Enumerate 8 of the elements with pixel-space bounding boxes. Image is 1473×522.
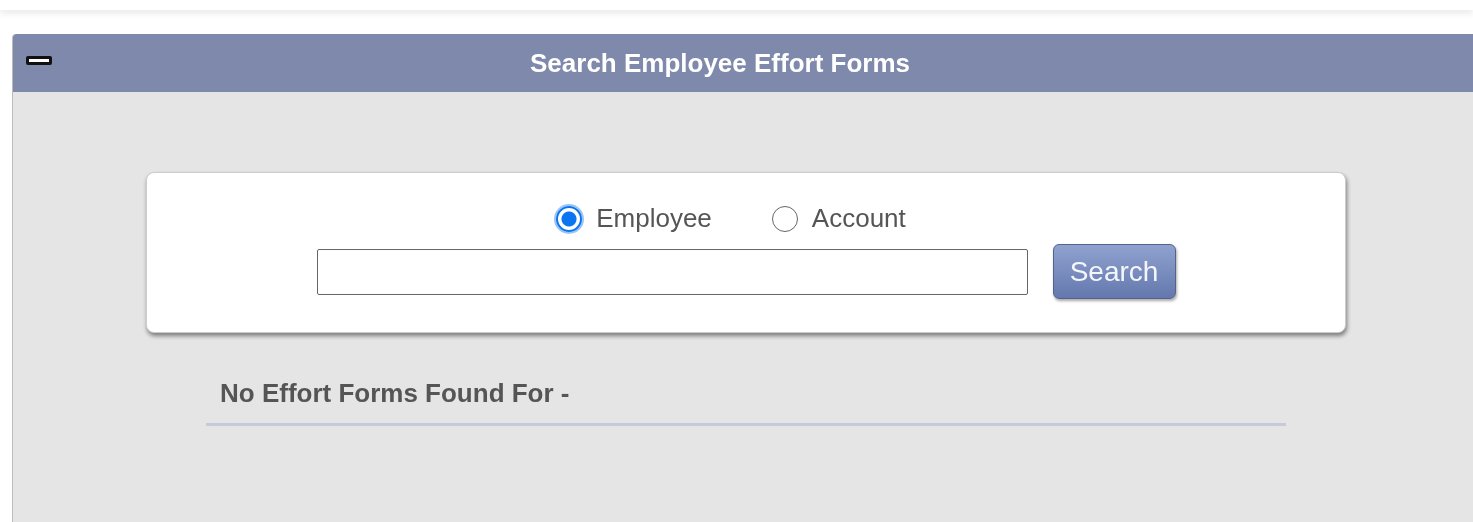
radio-label[interactable]: Account (811, 203, 906, 234)
panel-title: Search Employee Effort Forms (530, 47, 910, 79)
minimize-icon[interactable] (26, 56, 52, 65)
search-field[interactable] (316, 248, 1028, 295)
radio-button[interactable] (771, 205, 798, 232)
radio-label[interactable]: Employee (596, 203, 712, 234)
radio-button[interactable] (556, 205, 583, 232)
result-message: No Effort Forms Found For - (220, 378, 570, 408)
